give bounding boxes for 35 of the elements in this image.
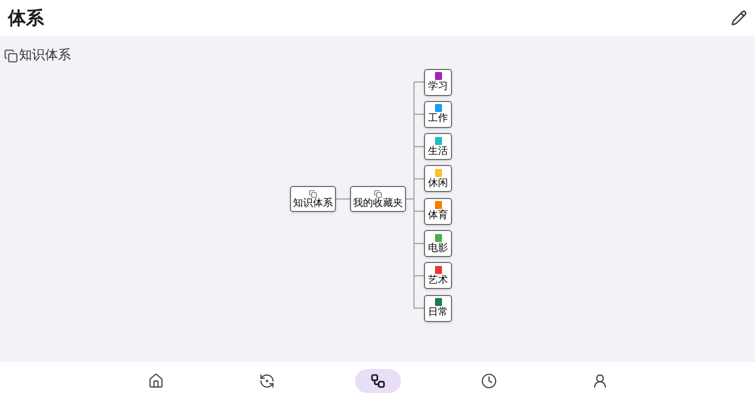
- node-label: 体育: [428, 210, 448, 222]
- hierarchy-icon: [370, 373, 386, 389]
- connector-line: [414, 210, 424, 244]
- node-label: 生活: [428, 146, 448, 157]
- tree-node[interactable]: 电影: [424, 230, 452, 257]
- connector-line: [414, 114, 424, 148]
- sync-icon: [258, 373, 274, 389]
- clock-icon: [480, 373, 496, 389]
- connector-line: [336, 198, 350, 200]
- node-label: 知识体系: [293, 198, 333, 208]
- node-label: 学习: [428, 81, 448, 92]
- node-label: 日常: [428, 307, 448, 318]
- page-title: 体系: [8, 6, 44, 30]
- tree-node[interactable]: 日常: [424, 294, 452, 322]
- node-label: 电影: [428, 242, 448, 254]
- tree-node[interactable]: 艺术: [424, 262, 452, 290]
- tree-node[interactable]: 体育: [424, 198, 452, 225]
- home-icon: [148, 373, 164, 389]
- section-title: 知识体系: [19, 47, 71, 65]
- tree-node[interactable]: 工作: [424, 100, 452, 128]
- node-label: 艺术: [428, 274, 448, 286]
- connector-line: [414, 146, 424, 180]
- node-label: 休闲: [428, 178, 448, 189]
- tree-node[interactable]: 知识体系: [290, 186, 336, 212]
- node-label: 工作: [428, 113, 448, 124]
- tree-node[interactable]: 学习: [424, 68, 452, 96]
- tree-node[interactable]: 休闲: [424, 165, 452, 192]
- node-label: 我的收藏夹: [353, 198, 403, 208]
- tree-node[interactable]: 生活: [424, 133, 452, 160]
- edit-icon[interactable]: [731, 10, 747, 26]
- connector-line: [414, 243, 424, 276]
- connector-line: [414, 275, 424, 309]
- tree-node[interactable]: 我的收藏夹: [350, 186, 406, 212]
- nav-tab[interactable]: [354, 369, 400, 393]
- user-icon: [592, 373, 608, 389]
